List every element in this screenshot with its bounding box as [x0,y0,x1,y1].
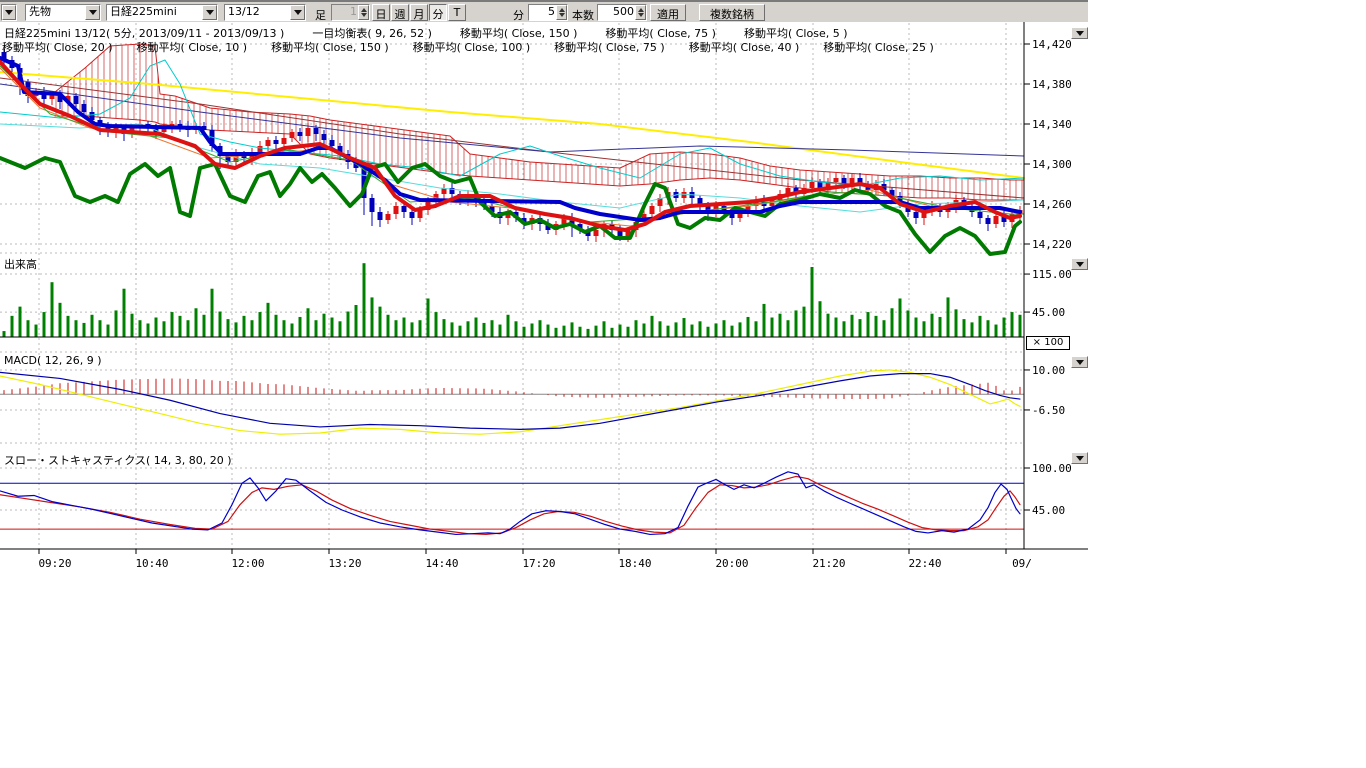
spinner-icon[interactable] [556,5,567,20]
ma-red-thick [0,62,1020,230]
chevron-down-icon[interactable] [290,5,305,20]
stochastics-plot [0,472,1024,535]
axis-label: 14,380 [1032,78,1072,91]
stoch-panel-dropdown[interactable] [1071,452,1088,464]
price-panel-dropdown[interactable] [1071,27,1088,39]
axis-label: 100.00 [1032,462,1072,475]
axis-label: 21:20 [812,557,845,570]
axis-label: 12:00 [231,557,264,570]
ma-green-thin [0,66,1024,222]
chevron-down-icon[interactable] [2,5,16,20]
symbol-combo[interactable]: 日経225mini [106,4,218,21]
ma-navy [0,84,1024,156]
chevron-down-icon [1076,360,1084,365]
bar-count-label: 本数 [572,7,594,23]
minutes-value: 5 [529,5,556,20]
ichimoku-cloud [55,44,1024,200]
axis-label: 18:40 [618,557,651,570]
bar-count-spinner[interactable]: 500 [597,4,647,21]
moving-average-lines [0,58,1024,254]
axes: 14,420 14,380 14,340 14,300 14,260 14,220 115.… [0,22,1088,570]
period-minute-button[interactable]: 分 [429,4,447,21]
ma-dark-red [0,78,1024,198]
grid [0,23,1024,549]
app-window: 先物 日経225mini 13/12 足 1 日 週 月 分 T 分 5 本数 … [0,0,1366,768]
mini-combo[interactable] [1,4,17,21]
axis-label: 13:20 [328,557,361,570]
interval-spinner: 1 [331,4,370,21]
axis-label: 10:40 [135,557,168,570]
axis-label: 09:20 [38,557,71,570]
axis-label: 22:40 [908,557,941,570]
contract-month-value: 13/12 [225,5,290,20]
chart-canvas: 14,420 14,380 14,340 14,300 14,260 14,220 115.… [0,0,1088,580]
axis-label: 14,340 [1032,118,1072,131]
interval-value: 1 [332,5,358,20]
chevron-down-icon [1076,262,1084,267]
axis-label: 115.00 [1032,268,1072,281]
instrument-type-value: 先物 [26,5,85,20]
symbol-value: 日経225mini [107,5,202,20]
axis-label: 09/ [1012,557,1032,570]
spinner-icon[interactable] [358,5,369,20]
axis-label: 14,220 [1032,238,1072,251]
axis-label: 17:20 [522,557,555,570]
axis-label: 14,420 [1032,38,1072,51]
multi-symbol-button[interactable]: 複数銘柄 [699,4,765,21]
macd-panel-dropdown[interactable] [1071,356,1088,368]
spinner-icon[interactable] [635,5,646,20]
chevron-down-icon[interactable] [202,5,217,20]
minutes-label: 分 [513,7,524,23]
period-monthly-button[interactable]: 月 [410,4,428,21]
axis-label: 20:00 [715,557,748,570]
axis-label: 14,260 [1032,198,1072,211]
axis-label: 10.00 [1032,364,1065,377]
axis-label: 14,300 [1032,158,1072,171]
period-daily-button[interactable]: 日 [372,4,390,21]
macd-plot [0,370,1024,434]
volume-multiplier-box: × 100 [1026,336,1070,350]
axis-label: 14:40 [425,557,458,570]
instrument-type-combo[interactable]: 先物 [25,4,101,21]
period-weekly-button[interactable]: 週 [391,4,409,21]
chevron-down-icon [1076,456,1084,461]
contract-month-combo[interactable]: 13/12 [224,4,306,21]
period-tick-button[interactable]: T [448,4,466,21]
volume-panel-dropdown[interactable] [1071,258,1088,270]
axis-label: 45.00 [1032,504,1065,517]
axis-label: -6.50 [1032,404,1065,417]
toolbar: 先物 日経225mini 13/12 足 1 日 週 月 分 T 分 5 本数 … [0,0,1088,22]
bar-count-value: 500 [598,5,635,20]
axis-label: 45.00 [1032,306,1065,319]
bar-type-label: 足 [315,7,326,23]
chevron-down-icon [1076,31,1084,36]
apply-button[interactable]: 適用 [650,4,686,21]
chevron-down-icon[interactable] [85,5,100,20]
minutes-spinner[interactable]: 5 [528,4,568,21]
